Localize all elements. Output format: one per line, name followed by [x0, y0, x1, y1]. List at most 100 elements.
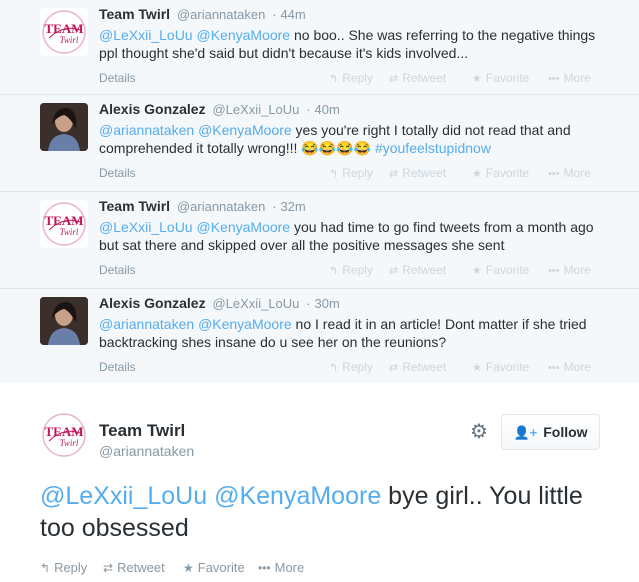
- more-action[interactable]: ••• More: [548, 71, 591, 85]
- profile-photo: [40, 103, 88, 151]
- logo-text-twirl: Twirl: [60, 35, 79, 45]
- reply-label: Reply: [342, 263, 373, 277]
- retweet-action[interactable]: ⇄ Retweet: [103, 560, 165, 575]
- dot-separator: ·: [272, 199, 277, 214]
- more-action[interactable]: ••• More: [548, 263, 591, 277]
- favorite-label: Favorite: [485, 71, 530, 85]
- author-handle[interactable]: @LeXxii_LoUu: [212, 296, 299, 311]
- retweet-icon: ⇄: [389, 73, 399, 85]
- mention-link[interactable]: @LeXxii_LoUu: [99, 219, 193, 235]
- details-link[interactable]: Details: [99, 263, 136, 277]
- retweet-icon: ⇄: [389, 265, 399, 277]
- author-handle[interactable]: @LeXxii_LoUu: [212, 102, 299, 117]
- more-label: More: [563, 360, 591, 374]
- logo-text-twirl: Twirl: [60, 438, 79, 448]
- author-handle[interactable]: @ariannataken: [177, 199, 265, 214]
- author-name[interactable]: Alexis Gonzalez: [99, 101, 206, 117]
- reply-action[interactable]: ↰ Reply: [329, 263, 373, 277]
- main-tweet: TEAM Twirl Team Twirl @ariannataken ⚙ 👤+…: [0, 383, 639, 582]
- more-label: More: [563, 263, 591, 277]
- details-link[interactable]: Details: [99, 71, 136, 85]
- more-dots-icon: •••: [258, 561, 271, 575]
- star-icon: ★: [472, 362, 482, 374]
- reply-tweet[interactable]: Alexis Gonzalez @LeXxii_LoUu · 30m @aria…: [0, 289, 639, 386]
- reply-action[interactable]: ↰ Reply: [40, 560, 87, 575]
- more-action[interactable]: ••• More: [258, 560, 304, 575]
- timestamp[interactable]: 40m: [315, 102, 340, 117]
- reply-action[interactable]: ↰ Reply: [329, 166, 373, 180]
- mention-link[interactable]: @ariannataken: [99, 316, 194, 332]
- logo-text-team: TEAM: [45, 21, 84, 36]
- more-label: More: [274, 560, 305, 575]
- reply-tweet[interactable]: Alexis Gonzalez @LeXxii_LoUu · 40m @aria…: [0, 95, 639, 192]
- follow-button[interactable]: 👤+ Follow: [501, 414, 600, 450]
- team-twirl-logo: TEAM Twirl: [42, 202, 86, 246]
- reply-action[interactable]: ↰ Reply: [329, 360, 373, 374]
- mention-link[interactable]: @KenyaMoore: [214, 482, 381, 510]
- avatar[interactable]: [40, 297, 88, 345]
- mention-link[interactable]: @KenyaMoore: [197, 27, 291, 43]
- retweet-action[interactable]: ⇄ Retweet: [389, 166, 446, 180]
- retweet-action[interactable]: ⇄ Retweet: [389, 263, 446, 277]
- favorite-action[interactable]: ★ Favorite: [472, 71, 529, 85]
- reply-tweet[interactable]: TEAM Twirl Team Twirl @ariannataken · 44…: [0, 0, 639, 95]
- avatar[interactable]: [40, 103, 88, 151]
- avatar[interactable]: TEAM Twirl: [40, 8, 88, 56]
- tweet-header: Alexis Gonzalez @LeXxii_LoUu · 40m: [99, 101, 340, 117]
- mention-link[interactable]: @ariannataken: [99, 122, 194, 138]
- reply-action[interactable]: ↰ Reply: [329, 71, 373, 85]
- more-action[interactable]: ••• More: [548, 360, 591, 374]
- mention-link[interactable]: @KenyaMoore: [197, 219, 291, 235]
- mention-link[interactable]: @LeXxii_LoUu: [99, 27, 193, 43]
- favorite-label: Favorite: [485, 360, 530, 374]
- author-name[interactable]: Alexis Gonzalez: [99, 295, 206, 311]
- logo-text-team: TEAM: [45, 424, 84, 439]
- tweet-header: Team Twirl @ariannataken · 44m: [99, 6, 306, 22]
- reply-arrow-icon: ↰: [329, 73, 339, 85]
- avatar[interactable]: TEAM Twirl: [40, 200, 88, 248]
- star-icon: ★: [472, 265, 482, 277]
- mention-link[interactable]: @LeXxii_LoUu: [40, 482, 207, 510]
- gear-icon[interactable]: ⚙: [469, 422, 489, 442]
- more-action[interactable]: ••• More: [548, 166, 591, 180]
- favorite-action[interactable]: ★ Favorite: [183, 560, 245, 575]
- reply-tweet[interactable]: TEAM Twirl Team Twirl @ariannataken · 32…: [0, 192, 639, 289]
- author-handle[interactable]: @ariannataken: [177, 7, 265, 22]
- tweet-actions: Details ↰ Reply ⇄ Retweet ★ Favorite ••• Mor…: [99, 71, 599, 87]
- retweet-icon: ⇄: [389, 168, 399, 180]
- retweet-action[interactable]: ⇄ Retweet: [389, 360, 446, 374]
- author-name[interactable]: Team Twirl: [99, 198, 170, 214]
- favorite-action[interactable]: ★ Favorite: [472, 360, 529, 374]
- retweet-label: Retweet: [402, 71, 447, 85]
- reply-arrow-icon: ↰: [329, 362, 339, 374]
- reply-arrow-icon: ↰: [329, 168, 339, 180]
- favorite-action[interactable]: ★ Favorite: [472, 166, 529, 180]
- timestamp[interactable]: 44m: [280, 7, 305, 22]
- author-handle[interactable]: @ariannataken: [99, 443, 194, 459]
- star-icon: ★: [472, 73, 482, 85]
- timestamp[interactable]: 30m: [315, 296, 340, 311]
- timestamp[interactable]: 32m: [280, 199, 305, 214]
- retweet-icon: ⇄: [389, 362, 399, 374]
- profile-photo: [40, 297, 88, 345]
- tweet-text: @ariannataken @KenyaMoore yes you're rig…: [99, 121, 611, 157]
- details-link[interactable]: Details: [99, 360, 136, 374]
- hashtag-link[interactable]: #youfeelstupidnow: [375, 140, 491, 156]
- dot-separator: ·: [272, 7, 277, 22]
- avatar[interactable]: TEAM Twirl: [40, 411, 88, 459]
- tweet-actions: Details ↰ Reply ⇄ Retweet ★ Favorite ••• Mor…: [99, 263, 599, 279]
- favorite-action[interactable]: ★ Favorite: [472, 263, 529, 277]
- favorite-label: Favorite: [485, 263, 530, 277]
- reply-list: TEAM Twirl Team Twirl @ariannataken · 44…: [0, 0, 639, 386]
- mention-link[interactable]: @KenyaMoore: [198, 122, 292, 138]
- retweet-action[interactable]: ⇄ Retweet: [389, 71, 446, 85]
- star-icon: ★: [183, 561, 194, 575]
- details-link[interactable]: Details: [99, 166, 136, 180]
- favorite-label: Favorite: [485, 166, 530, 180]
- author-name[interactable]: Team Twirl: [99, 421, 185, 441]
- reply-label: Reply: [342, 360, 373, 374]
- mention-link[interactable]: @KenyaMoore: [198, 316, 292, 332]
- author-name[interactable]: Team Twirl: [99, 6, 170, 22]
- retweet-icon: ⇄: [103, 561, 114, 575]
- retweet-label: Retweet: [117, 560, 165, 575]
